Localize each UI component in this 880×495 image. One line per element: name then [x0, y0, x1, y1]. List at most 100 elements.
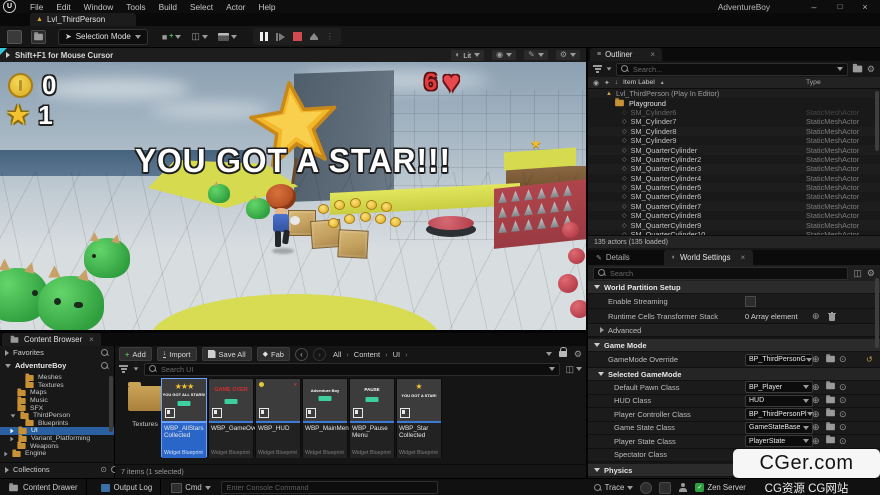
outliner-row[interactable]: ◇SM_QuarterCylinder5StaticMeshActor — [588, 183, 880, 192]
output-log-button[interactable]: Output Log — [93, 479, 162, 495]
close-icon[interactable]: × — [741, 253, 746, 262]
outliner-row[interactable]: ◇SM_Cylinder8StaticMeshActor — [588, 127, 880, 136]
trace-dropdown[interactable]: Trace — [594, 483, 634, 492]
section-world-partition[interactable]: World Partition Setup — [588, 281, 880, 294]
tree-item-meshes[interactable]: Meshes — [0, 374, 114, 382]
asset-wbp-star[interactable]: ★ YOU GOT A STAR! WBP_Star CollectedWidg… — [396, 378, 442, 457]
tree-item-weapons[interactable]: Weapons — [0, 442, 114, 450]
clear-array-icon[interactable] — [828, 312, 836, 321]
outliner-row-partial[interactable]: ◇SM_QuarterCylinder10StaticMeshActor — [588, 230, 880, 235]
tree-scrollbar[interactable] — [109, 376, 113, 432]
pause-button[interactable] — [260, 32, 268, 41]
forward-icon[interactable]: › — [313, 348, 326, 361]
cinematics-icon[interactable] — [218, 33, 237, 41]
row-advanced[interactable]: Advanced — [588, 324, 880, 337]
outliner-row[interactable]: ◇SM_Cylinder9StaticMeshActor — [588, 136, 880, 145]
tree-item-blueprints[interactable]: Blueprints — [0, 420, 114, 428]
back-icon[interactable]: ‹ — [295, 348, 308, 361]
outliner-row[interactable]: ◇SM_QuarterCylinder8StaticMeshActor — [588, 211, 880, 220]
menu-edit[interactable]: Edit — [56, 2, 70, 12]
display-filter-icon[interactable]: ◫ — [853, 269, 862, 278]
menu-window[interactable]: Window — [84, 2, 114, 12]
outliner-row[interactable]: ◇SM_QuarterCylinderStaticMeshActor — [588, 145, 880, 154]
outliner-row[interactable]: ◇SM_QuarterCylinder3StaticMeshActor — [588, 164, 880, 173]
breadcrumb[interactable]: All› Content› UI› — [333, 350, 408, 359]
gamemode-override-select[interactable]: BP_ThirdPersonG — [745, 354, 813, 366]
favorites-section[interactable]: Favorites — [0, 346, 114, 359]
asset-wbp-mainmenu[interactable]: Adventure Boy WBP_MainMenuWidget Bluepri… — [302, 378, 348, 457]
tab-outliner[interactable]: ≡ Outliner × — [590, 48, 662, 61]
stop-button[interactable] — [293, 32, 302, 41]
cmd-dropdown[interactable]: Cmd — [167, 483, 214, 493]
tab-content-browser[interactable]: Content Browser × — [2, 333, 101, 346]
outliner-row[interactable]: ◇SM_QuarterCylinder4StaticMeshActor — [588, 174, 880, 183]
outliner-list[interactable]: ▲Lvl_ThirdPerson (Play In Editor) Playgr… — [588, 89, 880, 235]
section-selected-gamemode[interactable]: Selected GameMode — [588, 368, 880, 381]
asset-folder-textures[interactable]: Textures — [125, 382, 165, 452]
blueprints-icon[interactable]: ◫ — [191, 31, 208, 42]
viewport-settings-icon[interactable]: ⚙ — [556, 50, 580, 60]
tab-world-settings[interactable]: ◐ World Settings × — [664, 250, 753, 265]
save-icon[interactable] — [7, 30, 22, 44]
outliner-row-partial[interactable]: ◇SM_Cylinder6StaticMeshActor — [588, 108, 880, 117]
menu-tools[interactable]: Tools — [126, 2, 145, 12]
menu-file[interactable]: File — [30, 2, 43, 12]
hud-class-select[interactable]: HUD — [745, 395, 813, 407]
player-controller-select[interactable]: BP_ThirdPersonPl — [745, 408, 813, 420]
asset-wbp-pausemenu[interactable]: PAUSE WBP_Pause MenuWidget Blueprint — [349, 378, 395, 457]
import-button[interactable]: ↓Import — [157, 347, 197, 361]
enable-streaming-checkbox[interactable] — [745, 296, 756, 307]
browse-folder-icon[interactable] — [825, 355, 836, 365]
outliner-row[interactable]: ◇SM_QuarterCylinder2StaticMeshActor — [588, 155, 880, 164]
optimization-dropdown[interactable]: ✎ — [524, 50, 548, 60]
tree-item-sfx[interactable]: SFX — [0, 404, 114, 412]
add-element-icon[interactable]: ⊕ — [812, 312, 820, 321]
tree-item-thirdperson[interactable]: ThirdPerson — [0, 412, 114, 420]
add-blueprint-icon[interactable]: ⊕ — [812, 383, 820, 392]
details-scrollbar[interactable] — [875, 278, 879, 348]
outliner-settings-icon[interactable]: ⚙ — [867, 65, 875, 74]
view-mode-dropdown[interactable]: ◐Lit — [451, 50, 484, 61]
editor-mode-select[interactable]: ➤ Selection Mode — [58, 29, 148, 45]
menu-select[interactable]: Select — [190, 2, 213, 12]
asset-wbp-gameover[interactable]: GAME OVER WBP_GameOverWidget Blueprint — [208, 378, 254, 457]
player-state-select[interactable]: PlayerState — [745, 435, 813, 447]
save-all-button[interactable]: Save All — [202, 347, 252, 361]
play-options-icon[interactable]: ⋮ — [326, 32, 334, 41]
derived-data-icon[interactable] — [640, 482, 652, 494]
content-drawer-button[interactable]: Content Drawer — [0, 479, 87, 495]
view-options-icon[interactable]: ◫ — [565, 365, 582, 374]
outliner-scrollbar[interactable] — [875, 91, 879, 151]
browse-folder-icon[interactable] — [825, 382, 836, 392]
filter-icon[interactable] — [593, 65, 602, 73]
user-icon[interactable] — [678, 483, 688, 493]
minimize-button[interactable]: – — [806, 0, 822, 13]
show-flags-dropdown[interactable]: ◉ — [492, 50, 516, 60]
add-actor-icon[interactable]: ■+ — [162, 32, 182, 42]
settings-icon[interactable]: ⚙ — [574, 350, 582, 359]
close-button[interactable]: × — [857, 0, 873, 13]
search-icon[interactable] — [101, 362, 109, 370]
level-viewport[interactable]: Shift+F1 for Mouse Cursor ◐Lit ◉ ✎ ⚙ — [0, 48, 586, 330]
settings-search-input[interactable]: Search — [593, 267, 848, 280]
outliner-row[interactable]: ◇SM_Cylinder7StaticMeshActor — [588, 117, 880, 126]
tree-item-engine[interactable]: Engine — [0, 450, 114, 458]
frame-skip-button[interactable] — [276, 33, 285, 41]
asset-wbp-allstars[interactable]: ★★★ YOU GOT ALL STARS! WBP_AllStars Coll… — [161, 378, 207, 457]
eject-button[interactable] — [310, 33, 318, 40]
section-game-mode[interactable]: Game Mode — [588, 339, 880, 352]
outliner-row[interactable]: ◇SM_QuarterCylinder7StaticMeshActor — [588, 202, 880, 211]
fab-button[interactable]: ◆Fab — [257, 347, 290, 361]
add-button[interactable]: +Add — [119, 347, 152, 361]
game-state-select[interactable]: GameStateBase — [745, 422, 813, 434]
filter-icon[interactable] — [119, 365, 128, 373]
close-icon[interactable]: × — [89, 335, 94, 344]
create-folder-icon[interactable] — [852, 65, 863, 73]
star-column-icon[interactable]: ✦ — [604, 79, 610, 87]
menu-actor[interactable]: Actor — [226, 2, 245, 12]
use-selected-icon[interactable]: ⊙ — [839, 383, 847, 392]
source-control-icon[interactable] — [659, 482, 671, 494]
outliner-row[interactable]: ◇SM_QuarterCylinder6StaticMeshActor — [588, 192, 880, 201]
console-command-input[interactable]: Enter Console Command — [221, 481, 438, 494]
close-icon[interactable]: × — [650, 50, 655, 59]
